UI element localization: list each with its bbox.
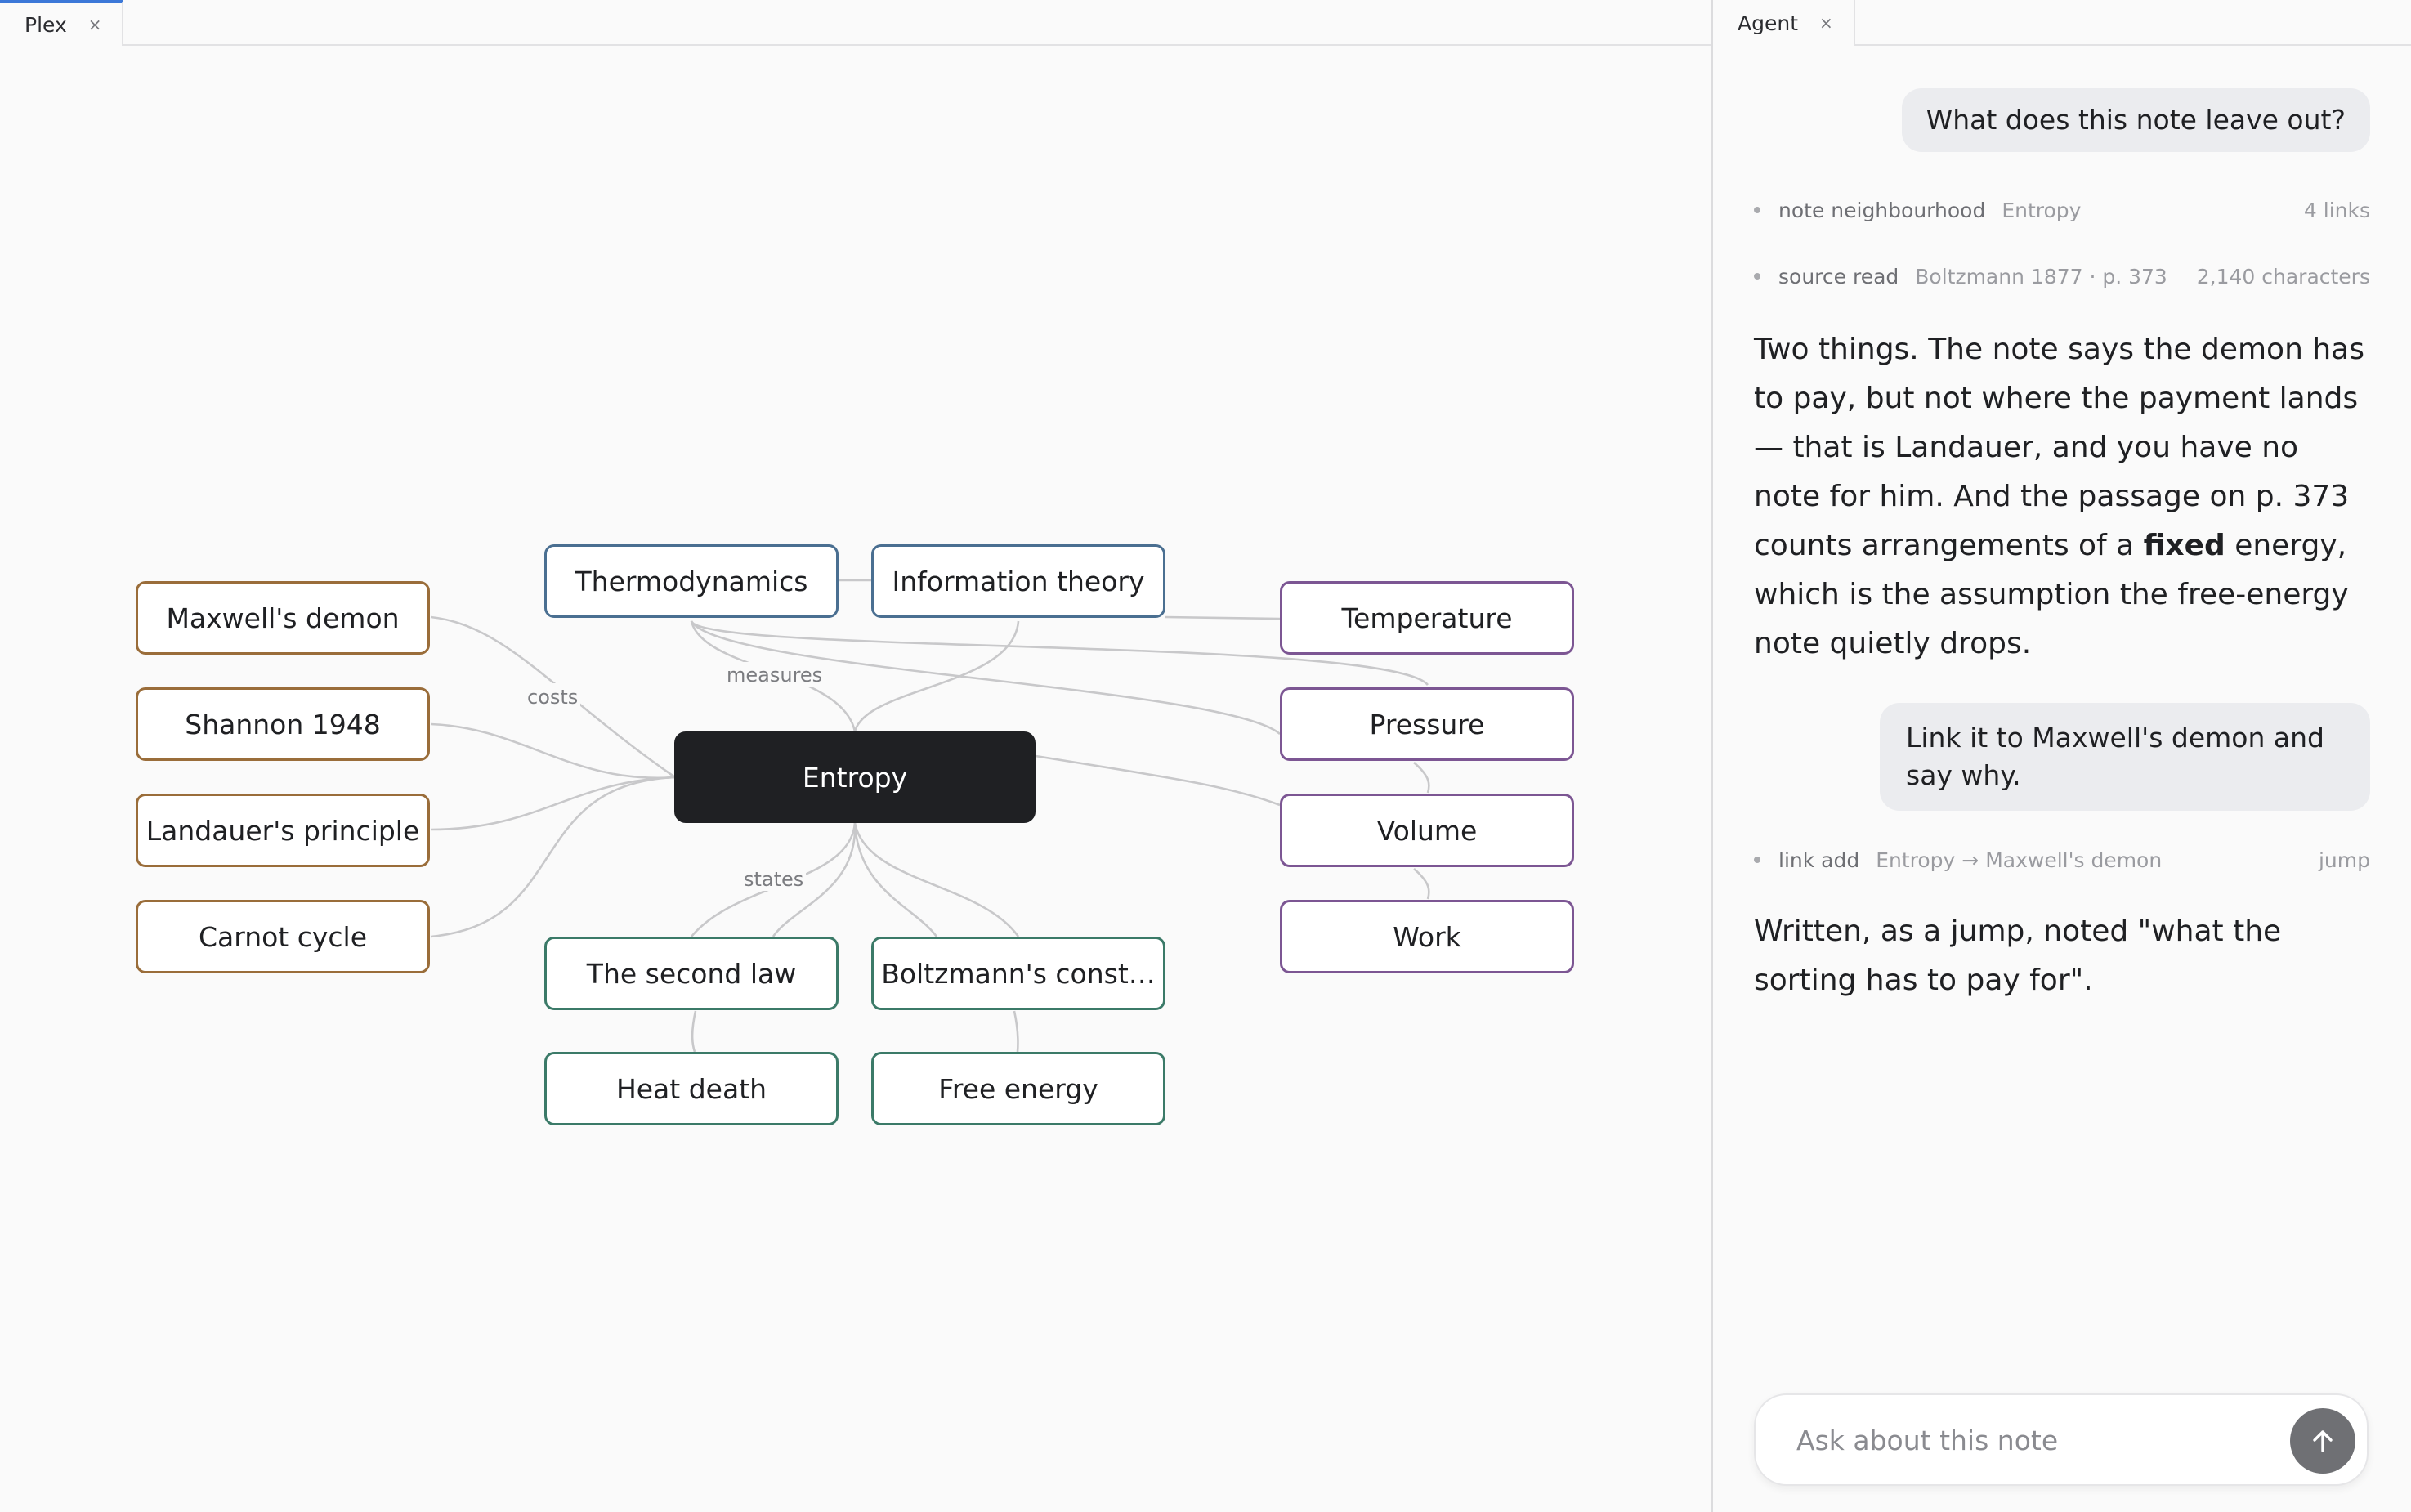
tool-meta: 2,140 characters xyxy=(2196,264,2370,289)
assistant-reply: Written, as a jump, noted "what the sort… xyxy=(1754,915,2282,997)
node-work[interactable]: Work xyxy=(1280,900,1574,973)
edge-boltzmann-freeenergy xyxy=(1013,1010,1019,1053)
tool-detail: Boltzmann 1877 · p. 373 xyxy=(1915,264,2167,289)
reply-text-part: Two things. The note says the demon has … xyxy=(1754,333,2364,562)
edge-label-states: states xyxy=(744,868,803,891)
node-volume[interactable]: Volume xyxy=(1280,794,1574,867)
node-free-energy[interactable]: Free energy xyxy=(871,1052,1165,1125)
tab-agent[interactable]: Agent × xyxy=(1713,0,1855,46)
node-thermodynamics[interactable]: Thermodynamics xyxy=(544,544,839,618)
tab-plex-label: Plex xyxy=(25,12,67,37)
node-maxwells-demon[interactable]: Maxwell's demon xyxy=(136,581,430,655)
edge-volume-work xyxy=(1413,868,1430,900)
tool-call-row[interactable]: link add Entropy → Maxwell's demon jump xyxy=(1754,843,2370,876)
right-tab-bar: Agent × xyxy=(1713,0,2411,46)
edge-entropy-boltzmann-b xyxy=(853,822,1020,937)
node-temperature[interactable]: Temperature xyxy=(1280,581,1574,655)
status-dot-icon xyxy=(1754,207,1760,213)
edge-info-entropy xyxy=(853,620,1020,732)
node-landauers-principle[interactable]: Landauer's principle xyxy=(136,794,430,867)
edge-carnot-entropy xyxy=(430,776,676,938)
tool-detail: Entropy xyxy=(2002,198,2082,222)
tool-name: note neighbourhood xyxy=(1778,198,1986,222)
agent-pane: Agent × What does this note leave out? n… xyxy=(1713,0,2411,1512)
send-button[interactable] xyxy=(2290,1408,2355,1474)
edge-entropy-volume xyxy=(1035,754,1281,807)
node-pressure[interactable]: Pressure xyxy=(1280,687,1574,761)
tab-agent-label: Agent xyxy=(1738,11,1798,35)
tool-meta: 4 links xyxy=(2303,198,2370,222)
user-message: Link it to Maxwell's demon and say why. xyxy=(1880,703,2370,811)
edge-label-measures: measures xyxy=(727,664,822,687)
tool-name: link add xyxy=(1778,848,1860,872)
node-carnot-cycle[interactable]: Carnot cycle xyxy=(136,900,430,973)
node-information-theory[interactable]: Information theory xyxy=(871,544,1165,618)
tab-agent-close-icon[interactable]: × xyxy=(1819,15,1833,31)
graph-pane: Plex × costs measures states Maxwell's d… xyxy=(0,0,1711,1512)
status-dot-icon xyxy=(1754,857,1760,863)
edge-label-costs: costs xyxy=(527,686,578,709)
edge-landauer-entropy xyxy=(430,776,676,831)
tab-plex-close-icon[interactable]: × xyxy=(88,16,102,33)
chat-input[interactable] xyxy=(1796,1420,2270,1461)
node-entropy-center[interactable]: Entropy xyxy=(674,731,1036,823)
edge-secondlaw-heatdeath xyxy=(691,1010,697,1053)
arrow-up-icon xyxy=(2313,1430,2333,1452)
tab-plex[interactable]: Plex × xyxy=(0,0,123,46)
tool-call-row[interactable]: note neighbourhood Entropy 4 links xyxy=(1754,194,2370,226)
user-message: What does this note leave out? xyxy=(1901,88,2370,152)
chat-input-box xyxy=(1754,1393,2369,1486)
node-shannon-1948[interactable]: Shannon 1948 xyxy=(136,687,430,761)
reply-bold-text: fixed xyxy=(2143,529,2225,562)
node-the-second-law[interactable]: The second law xyxy=(544,937,839,1010)
left-tab-bar: Plex × xyxy=(0,0,1711,46)
assistant-reply: Two things. The note says the demon has … xyxy=(1754,325,2370,669)
edge-info-temperature xyxy=(1165,615,1281,620)
node-boltzmanns-constant[interactable]: Boltzmann's const… xyxy=(871,937,1165,1010)
tool-detail: Entropy → Maxwell's demon xyxy=(1876,848,2163,872)
edge-pressure-volume xyxy=(1413,762,1430,794)
status-dot-icon xyxy=(1754,273,1760,280)
node-heat-death[interactable]: Heat death xyxy=(544,1052,839,1125)
tool-call-row[interactable]: source read Boltzmann 1877 · p. 373 2,14… xyxy=(1754,260,2370,293)
tool-meta: jump xyxy=(2318,848,2370,872)
tool-name: source read xyxy=(1778,264,1899,289)
